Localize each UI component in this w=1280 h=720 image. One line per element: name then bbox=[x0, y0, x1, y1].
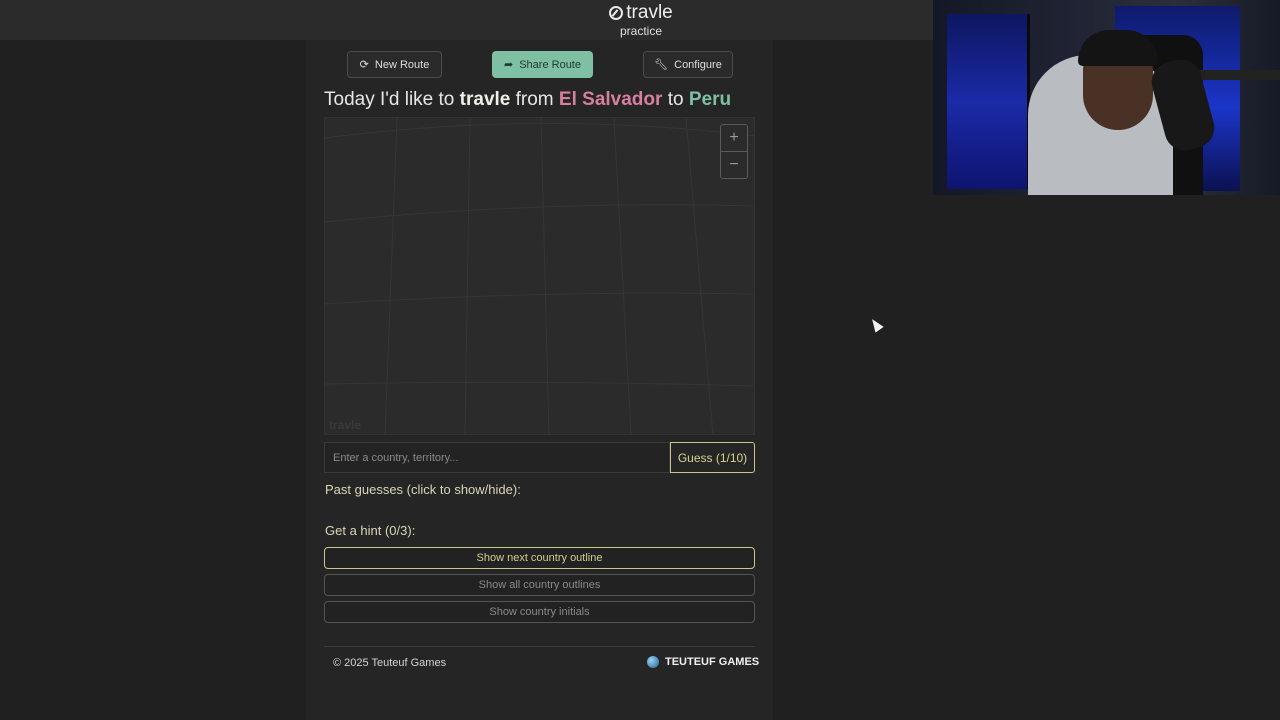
top-bar bbox=[0, 0, 933, 40]
configure-label: Configure bbox=[674, 58, 722, 71]
headline-to-word: to bbox=[662, 89, 689, 110]
refresh-icon: ⟳ bbox=[359, 59, 369, 71]
zoom-in-button[interactable]: + bbox=[721, 125, 747, 151]
hint-initials-button[interactable]: Show country initials bbox=[324, 601, 755, 623]
past-guesses-toggle[interactable]: Past guesses (click to show/hide): bbox=[325, 482, 521, 497]
brand-subtitle: practice bbox=[619, 24, 663, 38]
footer-divider bbox=[324, 646, 755, 647]
map-canvas[interactable]: travle + − bbox=[324, 117, 755, 435]
headline-from-country: El Salvador bbox=[558, 89, 663, 110]
compass-icon bbox=[609, 6, 624, 20]
hint-heading: Get a hint (0/3): bbox=[325, 523, 416, 538]
brand-name: travle bbox=[626, 2, 673, 23]
share-route-button[interactable]: ➦ Share Route bbox=[492, 51, 593, 78]
wrench-icon: 🔧︎ bbox=[654, 59, 669, 71]
footer-brand-name: TEUTEUF GAMES bbox=[665, 656, 760, 668]
share-route-label: Share Route bbox=[519, 58, 581, 71]
globe-icon bbox=[647, 656, 659, 668]
share-arrow-icon: ➦ bbox=[504, 59, 514, 71]
headline-game: travle bbox=[459, 89, 511, 110]
brand-logo[interactable]: travle practice bbox=[606, 2, 676, 38]
mouse-cursor-icon bbox=[868, 316, 884, 333]
copyright-text: © 2025 Teuteuf Games bbox=[333, 657, 447, 669]
guess-button[interactable]: Guess (1/10) bbox=[670, 442, 755, 473]
headline-to-country: Peru bbox=[688, 89, 732, 110]
map-watermark: travle bbox=[329, 418, 362, 432]
webcam-overlay bbox=[933, 0, 1280, 195]
new-route-button[interactable]: ⟳ New Route bbox=[347, 51, 442, 78]
headline-prefix: Today I'd like to bbox=[324, 89, 460, 110]
route-headline: Today I'd like to travle from El Salvado… bbox=[324, 88, 764, 112]
configure-button[interactable]: 🔧︎ Configure bbox=[643, 51, 733, 78]
map-graticule bbox=[325, 118, 754, 434]
footer-brand-link[interactable]: TEUTEUF GAMES bbox=[647, 656, 759, 668]
country-guess-input[interactable] bbox=[324, 442, 670, 473]
hint-next-outline-button[interactable]: Show next country outline bbox=[324, 547, 755, 569]
webcam-shelf-left bbox=[947, 14, 1030, 189]
zoom-out-button[interactable]: − bbox=[721, 151, 747, 178]
hint-all-outlines-button[interactable]: Show all country outlines bbox=[324, 574, 755, 596]
zoom-control: + − bbox=[720, 124, 748, 179]
headline-from-word: from bbox=[510, 89, 559, 110]
new-route-label: New Route bbox=[374, 58, 430, 71]
